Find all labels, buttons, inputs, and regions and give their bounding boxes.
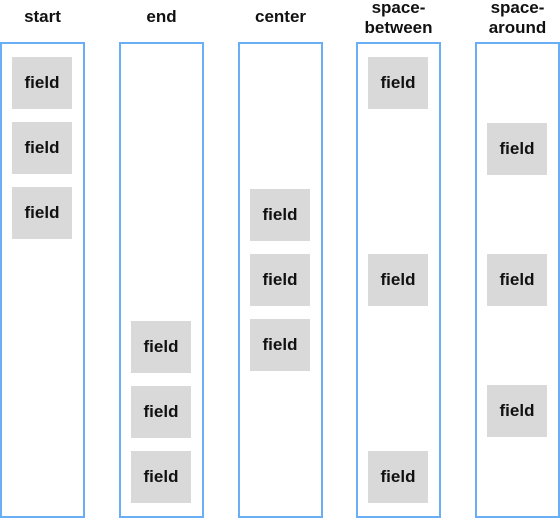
field: field	[487, 385, 547, 437]
field: field	[368, 57, 428, 109]
column-title: end	[146, 7, 177, 26]
field: field	[250, 319, 310, 371]
column-title: space-around	[488, 0, 547, 37]
column-title: center	[254, 7, 307, 26]
field: field	[487, 254, 547, 306]
field: field	[131, 451, 191, 503]
flex-container: field field field	[119, 42, 204, 518]
flex-container: field field field	[238, 42, 323, 518]
field: field	[250, 189, 310, 241]
flex-container: field field field	[356, 42, 441, 518]
flex-container: field field field	[475, 42, 560, 518]
field: field	[131, 321, 191, 373]
field: field	[368, 451, 428, 503]
field: field	[368, 254, 428, 306]
column-title: start	[24, 7, 61, 26]
flex-container: field field field	[0, 42, 85, 518]
field: field	[12, 57, 72, 109]
field: field	[250, 254, 310, 306]
field: field	[12, 187, 72, 239]
column-title: space-between	[364, 0, 433, 37]
field: field	[131, 386, 191, 438]
field: field	[12, 122, 72, 174]
field: field	[487, 123, 547, 175]
